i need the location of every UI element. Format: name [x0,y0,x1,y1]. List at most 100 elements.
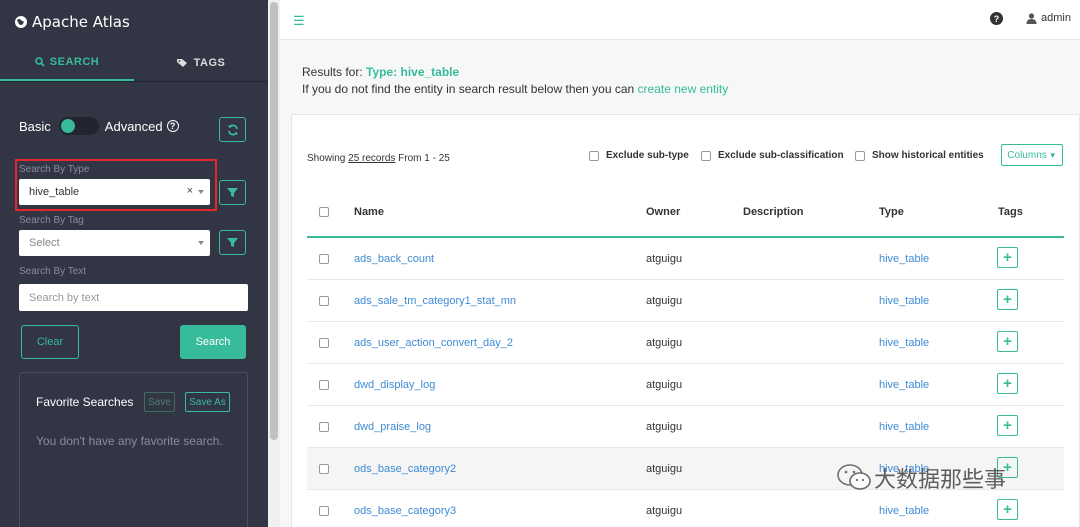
user-menu[interactable]: admin [1026,12,1071,24]
exclude-subclass-option[interactable]: Exclude sub-classification [701,150,844,161]
columns-dropdown-button[interactable]: Columns ▼ [1001,144,1063,166]
row-checkbox[interactable] [319,337,329,348]
create-entity-link[interactable]: create new entity [638,82,729,96]
search-text-placeholder: Search by text [29,291,100,304]
exclude-subclass-label: Exclude sub-classification [718,150,844,161]
help-icon[interactable]: ? [166,120,179,132]
caret-down-icon: ▼ [1048,150,1057,160]
row-owner: atguigu [646,420,683,433]
advanced-label: Advanced [104,118,163,134]
row-checkbox[interactable] [319,253,329,264]
search-icon [34,56,45,67]
search-by-tag-select[interactable]: Select [19,230,210,256]
tag-icon [176,58,187,67]
save-button[interactable]: Save [144,392,175,412]
table-row[interactable]: ads_back_count atguigu hive_table + [307,238,1064,280]
row-type-link[interactable]: hive_table [879,421,929,433]
favorites-empty-text: You don't have any favorite search. [36,434,223,448]
add-tag-button[interactable]: + [997,331,1018,352]
exclude-subtype-option[interactable]: Exclude sub-type [589,150,689,161]
columns-label: Columns [1007,149,1047,161]
row-name-link[interactable]: ads_back_count [354,253,434,265]
table-row[interactable]: dwd_praise_log atguigu hive_table + [307,406,1064,448]
sidebar-scrollbar[interactable] [268,0,280,527]
row-type-link[interactable]: hive_table [879,379,929,391]
header-description[interactable]: Description [743,206,804,218]
add-tag-button[interactable]: + [997,247,1018,268]
search-by-tag-label: Search By Tag [19,215,84,226]
row-name-link[interactable]: dwd_display_log [354,379,435,391]
header-owner[interactable]: Owner [646,206,680,218]
table-row[interactable]: ads_sale_tm_category1_stat_mn atguigu hive… [307,280,1064,322]
brand[interactable]: Apache Atlas [0,0,268,44]
mode-switch[interactable] [58,117,99,135]
watermark-text: 大数据那些事 [874,468,1007,493]
main-content: ☰ ? admin Results for: Type: hive_table … [280,0,1080,527]
row-checkbox[interactable] [319,295,329,306]
refresh-icon [227,124,238,135]
select-all-checkbox[interactable] [319,207,329,217]
search-by-tag-placeholder: Select [29,237,60,249]
header-name[interactable]: Name [354,206,384,218]
exclude-subtype-label: Exclude sub-type [606,150,689,161]
row-type-link[interactable]: hive_table [879,295,929,307]
table-row[interactable]: dwd_display_log atguigu hive_table + [307,364,1064,406]
tab-search[interactable]: SEARCH [0,44,134,81]
row-owner: atguigu [646,462,683,475]
filter-icon [227,188,238,197]
table-row[interactable]: ads_user_action_convert_day_2 atguigu hive… [307,322,1064,364]
row-owner: atguigu [646,504,683,517]
header-type[interactable]: Type [879,206,904,218]
basic-label: Basic [19,118,51,134]
switch-knob [60,119,75,133]
add-tag-button[interactable]: + [997,415,1018,436]
row-type-link[interactable]: hive_table [879,505,929,517]
row-checkbox[interactable] [319,463,329,474]
scrollbar-thumb[interactable] [270,2,278,440]
exclude-subclass-checkbox[interactable] [701,150,711,161]
tag-filter-button[interactable] [219,230,246,255]
row-type-link[interactable]: hive_table [879,337,929,349]
tab-tags-label: TAGS [193,56,226,69]
sidebar-tabs: SEARCH TAGS [0,44,268,82]
hamburger-icon[interactable]: ☰ [293,13,305,29]
show-historical-option[interactable]: Show historical entities [855,150,984,161]
clear-button[interactable]: Clear [21,325,79,359]
table-row[interactable]: ods_base_category3 atguigu hive_table + [307,490,1064,527]
refresh-button[interactable] [219,117,246,142]
row-name-link[interactable]: ads_user_action_convert_day_2 [354,337,513,349]
add-tag-button[interactable]: + [997,499,1018,520]
search-text-input[interactable]: Search by text [19,284,248,311]
row-owner: atguigu [646,378,683,391]
table-header: Name Owner Description Type Tags [307,188,1064,238]
exclude-subtype-checkbox[interactable] [589,150,599,161]
watermark: 大数据那些事 [836,462,1006,494]
favorite-searches-panel: Favorite Searches Save Save As You don't… [19,372,248,527]
wechat-icon [837,464,871,490]
question-icon[interactable]: ? [990,12,1003,25]
brand-title: Apache Atlas [32,13,130,31]
tab-tags[interactable]: TAGS [134,44,268,81]
add-tag-button[interactable]: + [997,289,1018,310]
results-prefix: Results for: [302,65,363,79]
records-count[interactable]: 25 records [348,153,395,164]
row-checkbox[interactable] [319,379,329,390]
row-checkbox[interactable] [319,421,329,432]
search-button[interactable]: Search [180,325,246,359]
showing-prefix: Showing [307,153,346,164]
add-tag-button[interactable]: + [997,373,1018,394]
row-checkbox[interactable] [319,505,329,516]
row-type-link[interactable]: hive_table [879,253,929,265]
search-mode-toggle: Basic Advanced ? [19,117,179,135]
save-as-button[interactable]: Save As [185,392,230,412]
chevron-down-icon [198,241,204,245]
row-owner: atguigu [646,294,683,307]
header-tags[interactable]: Tags [998,206,1023,218]
annotation-highlight-box [15,159,217,211]
row-name-link[interactable]: ods_base_category2 [354,463,456,475]
row-name-link[interactable]: dwd_praise_log [354,421,431,433]
row-name-link[interactable]: ads_sale_tm_category1_stat_mn [354,295,516,307]
show-historical-checkbox[interactable] [855,150,865,161]
row-name-link[interactable]: ods_base_category3 [354,505,456,517]
type-filter-button[interactable] [219,180,246,205]
